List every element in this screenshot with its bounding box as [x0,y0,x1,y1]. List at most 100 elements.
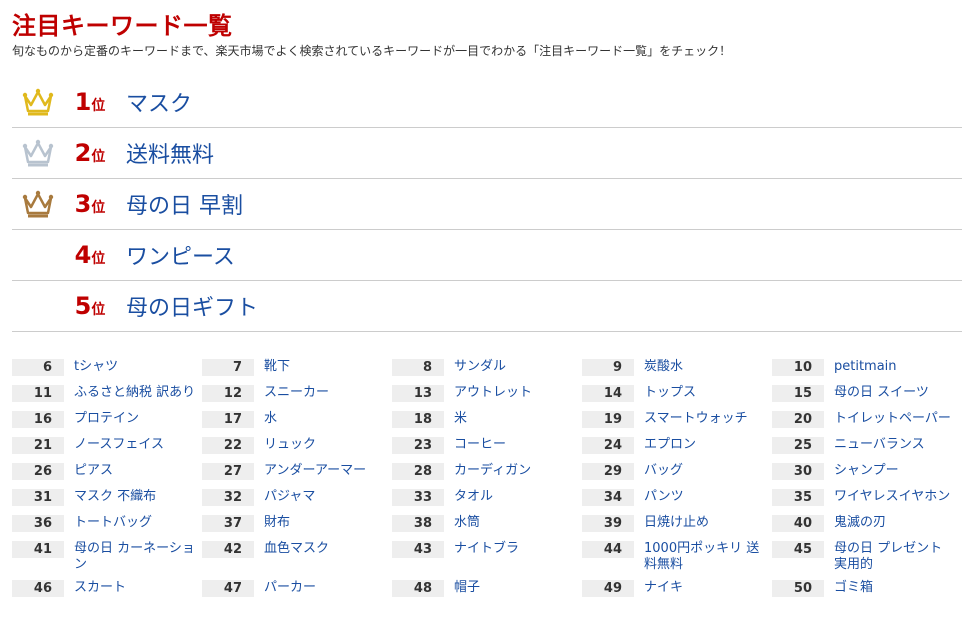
rank-cell: 36 トートバッグ [12,515,202,534]
keyword-link[interactable]: ふるさと納税 訳あり [74,385,198,401]
rank-cell: 6 tシャツ [12,359,202,378]
keyword-link[interactable]: トイレットペーパー [834,411,958,427]
top-rank-row: 3位 母の日 早割 [12,179,962,230]
keyword-link[interactable]: ノースフェイス [74,437,198,453]
keyword-link[interactable]: エプロン [644,437,768,453]
rank-number: 8 [392,359,444,376]
keyword-link[interactable]: 水筒 [454,515,578,531]
rank-cell: 12 スニーカー [202,385,392,404]
keyword-link[interactable]: パジャマ [264,489,388,505]
rank-cell: 24 エプロン [582,437,772,456]
rank-number: 12 [202,385,254,402]
rank-cell: 45 母の日 プレゼント 実用的 [772,541,962,573]
keyword-link[interactable]: ピアス [74,463,198,479]
keyword-link[interactable]: コーヒー [454,437,578,453]
keyword-link[interactable]: マスク 不織布 [74,489,198,505]
rank-cell: 21 ノースフェイス [12,437,202,456]
keyword-link[interactable]: トートバッグ [74,515,198,531]
keyword-link[interactable]: ワンピース [126,239,235,271]
keyword-link[interactable]: 靴下 [264,359,388,375]
keyword-link[interactable]: リュック [264,437,388,453]
keyword-link[interactable]: 母の日ギフト [126,290,258,322]
keyword-link[interactable]: カーディガン [454,463,578,479]
keyword-link[interactable]: petitmain [834,359,958,375]
keyword-link[interactable]: プロテイン [74,411,198,427]
rank-cell: 38 水筒 [392,515,582,534]
keyword-link[interactable]: 日焼け止め [644,515,768,531]
top-rank-row: 2位 送料無料 [12,128,962,179]
rank-number: 14 [582,385,634,402]
rank-cell: 32 パジャマ [202,489,392,508]
keyword-rank-grid: 6 tシャツ 7 靴下 8 サンダル 9 炭酸水 10 petitmain 11 ふるさと納税 訳あり… [12,359,967,599]
rank-cell: 9 炭酸水 [582,359,772,378]
keyword-link[interactable]: ワイヤレスイヤホン [834,489,958,505]
rank-number: 22 [202,437,254,454]
keyword-link[interactable]: 鬼滅の刃 [834,515,958,531]
rank-cell: 17 水 [202,411,392,430]
keyword-link[interactable]: 母の日 早割 [126,188,243,220]
keyword-link[interactable]: マスク [126,86,192,118]
rank-number: 19 [582,411,634,428]
rank-cell: 50 ゴミ箱 [772,580,962,599]
keyword-link[interactable]: トップス [644,385,768,401]
rank-number: 28 [392,463,444,480]
rank-cell: 31 マスク 不織布 [12,489,202,508]
keyword-link[interactable]: 米 [454,411,578,427]
gold-crown-icon [22,88,54,116]
rank-cell: 39 日焼け止め [582,515,772,534]
rank-cell: 44 1000円ポッキリ 送料無料 [582,541,772,573]
rank-number: 25 [772,437,824,454]
rank-number: 9 [582,359,634,376]
rank-cell: 14 トップス [582,385,772,404]
rank-cell: 11 ふるさと納税 訳あり [12,385,202,404]
keyword-link[interactable]: 母の日 カーネーション [74,541,198,573]
keyword-link[interactable]: ナイキ [644,580,768,596]
rank-cell: 23 コーヒー [392,437,582,456]
keyword-link[interactable]: 1000円ポッキリ 送料無料 [644,541,768,573]
rank-cell: 30 シャンプー [772,463,962,482]
rank-cell: 29 バッグ [582,463,772,482]
keyword-link[interactable]: スニーカー [264,385,388,401]
keyword-link[interactable]: シャンプー [834,463,958,479]
page-subtitle: 旬なものから定番のキーワードまで、楽天市場でよく検索されているキーワードが一目で… [12,44,732,58]
keyword-link[interactable]: パーカー [264,580,388,596]
keyword-link[interactable]: サンダル [454,359,578,375]
keyword-link[interactable]: ニューバランス [834,437,958,453]
rank-number: 44 [582,541,634,558]
keyword-link[interactable]: 母の日 プレゼント 実用的 [834,541,958,573]
keyword-link[interactable]: パンツ [644,489,768,505]
rank-cell: 33 タオル [392,489,582,508]
keyword-link[interactable]: tシャツ [74,359,198,375]
rank-number: 49 [582,580,634,597]
keyword-link[interactable]: 水 [264,411,388,427]
keyword-link[interactable]: 帽子 [454,580,578,596]
keyword-link[interactable]: 炭酸水 [644,359,768,375]
keyword-link[interactable]: 財布 [264,515,388,531]
rank-cell: 49 ナイキ [582,580,772,599]
rank-number: 33 [392,489,444,506]
keyword-link[interactable]: 送料無料 [126,137,214,169]
rank-cell: 42 血色マスク [202,541,392,573]
rank-cell: 46 スカート [12,580,202,599]
rank-cell: 15 母の日 スイーツ [772,385,962,404]
rank-number: 36 [12,515,64,532]
keyword-link[interactable]: スマートウォッチ [644,411,768,427]
rank-cell: 37 財布 [202,515,392,534]
keyword-link[interactable]: アウトレット [454,385,578,401]
top-ranking-list: 1位 マスク 2位 送料無料 3位 母の日 早割 4位 ワンピース 5位 母の日… [12,77,962,332]
keyword-link[interactable]: 母の日 スイーツ [834,385,958,401]
rank-cell: 35 ワイヤレスイヤホン [772,489,962,508]
rank-cell: 47 パーカー [202,580,392,599]
keyword-link[interactable]: アンダーアーマー [264,463,388,479]
rank-number: 4位 [74,240,106,269]
rank-number: 10 [772,359,824,376]
keyword-link[interactable]: ゴミ箱 [834,580,958,596]
keyword-link[interactable]: ナイトブラ [454,541,578,557]
keyword-link[interactable]: バッグ [644,463,768,479]
rank-cell: 43 ナイトブラ [392,541,582,573]
keyword-link[interactable]: スカート [74,580,198,596]
keyword-link[interactable]: 血色マスク [264,541,388,557]
rank-number: 27 [202,463,254,480]
keyword-link[interactable]: タオル [454,489,578,505]
rank-cell: 8 サンダル [392,359,582,378]
